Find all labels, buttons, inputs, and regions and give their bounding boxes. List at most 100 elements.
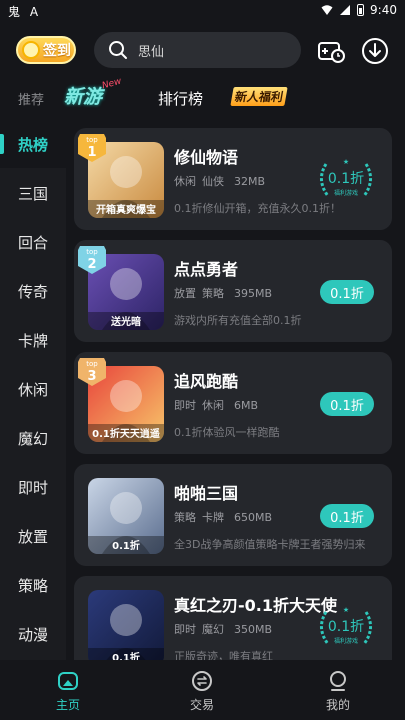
discount-badge[interactable]: 0.1折 bbox=[320, 504, 374, 528]
game-tags: 策略 卡牌 650MB bbox=[174, 509, 278, 525]
discount-laurel-badge[interactable]: ★ 0.1折福利游戏 bbox=[312, 604, 380, 652]
game-title: 追风跑酷 bbox=[174, 372, 239, 391]
battery-icon bbox=[357, 4, 365, 16]
coin-icon bbox=[22, 41, 40, 59]
nav-profile-label: 我的 bbox=[325, 698, 350, 712]
download-icon[interactable] bbox=[361, 37, 389, 65]
thumb-caption: 0.1折 bbox=[112, 539, 140, 552]
discount-value: 0.1折 bbox=[328, 171, 364, 187]
game-card[interactable]: 0.1折天天逍遥 top 3 追风跑酷即时 休闲 6MB 0.1折体验风一样跑酷 0.1折 bbox=[74, 352, 392, 454]
sidebar-item-3[interactable]: 传奇 bbox=[0, 267, 66, 315]
game-title: 点点勇者 bbox=[174, 260, 239, 279]
thumb-caption: 开箱真爽爆宝 bbox=[96, 203, 156, 216]
sidebar-item-9[interactable]: 策略 bbox=[0, 561, 66, 609]
game-thumbnail: 0.1折 bbox=[88, 478, 164, 554]
game-description: 正版奇迹，唯有真红 bbox=[174, 650, 273, 660]
game-size: 6MB bbox=[234, 399, 259, 412]
star-icon: ★ bbox=[343, 606, 349, 614]
game-card[interactable]: 0.1折 啪啪三国策略 卡牌 650MB 全3D战争高颜值策略卡牌王者强势归来 0.1折 bbox=[74, 464, 392, 566]
game-tags: 放置 策略 395MB bbox=[174, 285, 278, 301]
tab-recommend[interactable]: 推荐 bbox=[18, 89, 44, 108]
status-notifications: 鬼 A bbox=[8, 3, 44, 20]
game-card[interactable]: 开箱真爽爆宝 top 1 修仙物语 休闲 仙侠 32MB 0.1折修仙开箱，充值永久0.1折！… bbox=[74, 128, 392, 230]
sidebar-item-10[interactable]: 动漫 bbox=[0, 610, 66, 658]
game-card[interactable]: 0.1折 真红之刃-0.1折大天使 即时 魔幻 350MB 正版奇迹，唯有真红 ★ 0.1折福… bbox=[74, 576, 392, 660]
rank-badge: top2 bbox=[78, 246, 106, 274]
thumb-caption: 送光暗 bbox=[110, 315, 141, 328]
rank-number: 2 bbox=[87, 257, 96, 272]
home-icon bbox=[58, 672, 78, 690]
thumb-caption: 0.1折天天逍遥 bbox=[92, 427, 160, 440]
new-tag: New bbox=[101, 76, 123, 92]
nav-trade[interactable]: 交易 bbox=[152, 660, 252, 720]
game-card[interactable]: 送光暗 top 2 点点勇者 放置 策略 395MB 游戏内所有充值全部0.1折 0.1折 bbox=[74, 240, 392, 342]
genre-sidebar: 热榜 三国 回合 传奇 卡牌 休闲 魔幻 即时 放置 策略 动漫 bbox=[0, 120, 66, 660]
game-tag: 即时 bbox=[174, 623, 196, 636]
game-art-icon: 0.1折 bbox=[88, 492, 164, 554]
game-description: 0.1折体验风一样跑酷 bbox=[174, 426, 280, 439]
sidebar-item-0[interactable]: 热榜 bbox=[0, 120, 66, 168]
profile-icon bbox=[330, 671, 346, 691]
trade-icon bbox=[192, 671, 212, 691]
game-tag: 策略 bbox=[174, 511, 196, 524]
game-size: 32MB bbox=[234, 175, 266, 188]
game-tag: 仙侠 bbox=[202, 175, 224, 188]
nav-home-label: 主页 bbox=[55, 698, 80, 712]
checkin-label: 签到 bbox=[43, 43, 71, 59]
search-bar[interactable]: 思仙 bbox=[94, 32, 301, 68]
search-icon bbox=[109, 41, 127, 59]
discount-value: 0.1折 bbox=[328, 619, 364, 635]
sidebar-item-2[interactable]: 回合 bbox=[0, 218, 66, 266]
status-icon-a: A bbox=[29, 5, 39, 19]
discount-laurel-badge[interactable]: ★ 0.1折福利游戏 bbox=[312, 156, 380, 204]
tab-ranking[interactable]: 排行榜 bbox=[158, 88, 203, 109]
nav-profile[interactable]: 我的 bbox=[288, 660, 388, 720]
nav-trade-label: 交易 bbox=[189, 698, 214, 712]
game-history-icon[interactable] bbox=[317, 37, 345, 65]
game-tag: 策略 bbox=[202, 287, 224, 300]
status-bar: 鬼 A 9:40 bbox=[0, 0, 405, 22]
game-tag: 休闲 bbox=[202, 399, 224, 412]
laurel-label: 福利游戏 bbox=[334, 637, 358, 645]
game-title: 修仙物语 bbox=[174, 148, 239, 167]
tab-newbie-benefits[interactable]: 新人福利 bbox=[230, 87, 288, 106]
rank-badge: top1 bbox=[78, 134, 106, 162]
game-thumbnail: 0.1折 bbox=[88, 590, 164, 660]
laurel-label: 福利游戏 bbox=[334, 189, 358, 197]
game-description: 全3D战争高颜值策略卡牌王者强势归来 bbox=[174, 538, 366, 551]
rank-label: top bbox=[86, 136, 98, 144]
star-icon: ★ bbox=[343, 158, 349, 166]
top-header: 签到 思仙 bbox=[0, 22, 405, 78]
sidebar-item-6[interactable]: 魔幻 bbox=[0, 414, 66, 462]
sidebar-item-7[interactable]: 即时 bbox=[0, 463, 66, 511]
nav-home[interactable]: 主页 bbox=[18, 660, 118, 720]
search-placeholder: 思仙 bbox=[138, 44, 165, 60]
game-title: 啪啪三国 bbox=[174, 484, 239, 503]
sidebar-item-8[interactable]: 放置 bbox=[0, 512, 66, 560]
game-tag: 放置 bbox=[174, 287, 196, 300]
game-tag: 休闲 bbox=[174, 175, 196, 188]
sidebar-item-1[interactable]: 三国 bbox=[0, 169, 66, 217]
game-tag: 即时 bbox=[174, 399, 196, 412]
game-list: 开箱真爽爆宝 top 1 修仙物语 休闲 仙侠 32MB 0.1折修仙开箱，充值永久0.1折！… bbox=[74, 128, 392, 660]
thumb-caption: 0.1折 bbox=[112, 651, 140, 660]
category-tabs: 推荐 新游 New 排行榜 新人福利 bbox=[0, 76, 405, 118]
game-tag: 卡牌 bbox=[202, 511, 224, 524]
discount-badge[interactable]: 0.1折 bbox=[320, 392, 374, 416]
game-size: 395MB bbox=[234, 287, 273, 300]
status-icon-app: 鬼 bbox=[8, 5, 21, 19]
bottom-navigation: 主页 交易 我的 bbox=[0, 660, 405, 720]
rank-badge: top3 bbox=[78, 358, 106, 386]
checkin-button[interactable]: 签到 bbox=[16, 36, 76, 64]
tab-new-games[interactable]: 新游 bbox=[64, 82, 102, 109]
discount-badge[interactable]: 0.1折 bbox=[320, 280, 374, 304]
signal-icon bbox=[340, 5, 351, 15]
game-art-icon: 0.1折 bbox=[88, 604, 164, 660]
rank-number: 1 bbox=[87, 145, 96, 160]
sidebar-item-4[interactable]: 卡牌 bbox=[0, 316, 66, 364]
rank-label: top bbox=[86, 360, 98, 368]
sidebar-item-5[interactable]: 休闲 bbox=[0, 365, 66, 413]
game-size: 650MB bbox=[234, 511, 273, 524]
game-tags: 休闲 仙侠 32MB bbox=[174, 173, 271, 189]
game-size: 350MB bbox=[234, 623, 273, 636]
